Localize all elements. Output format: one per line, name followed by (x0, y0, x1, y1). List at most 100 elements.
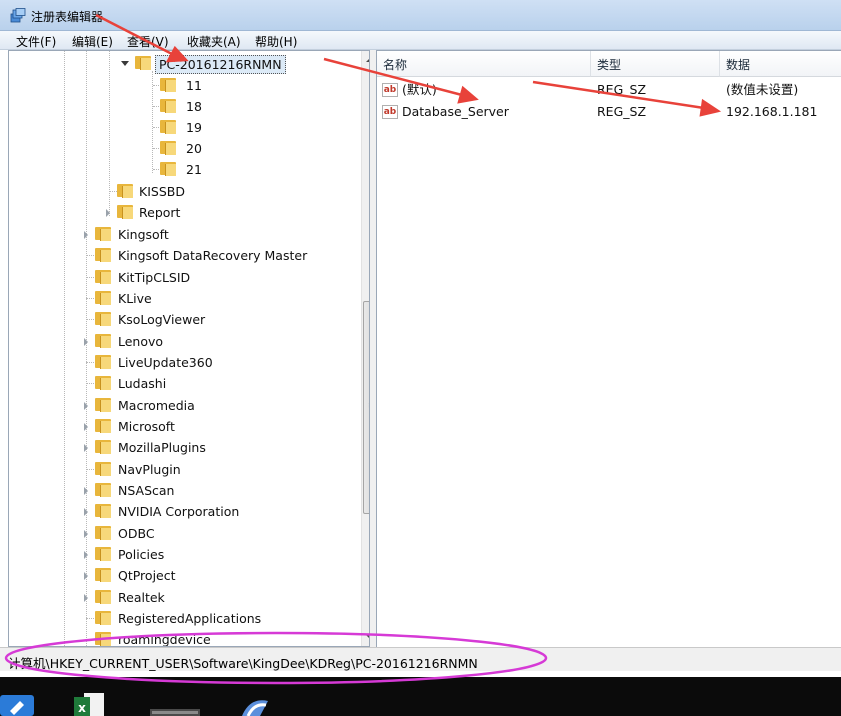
expand-arrow-icon[interactable] (84, 551, 88, 559)
monitor-icon[interactable] (150, 691, 200, 716)
column-header-name[interactable]: 名称 (377, 51, 591, 77)
column-header-data[interactable]: 数据 (720, 51, 841, 77)
tree-item[interactable]: Ludashi (81, 373, 361, 394)
folder-icon (95, 483, 111, 497)
tree-item[interactable]: NVIDIA Corporation (81, 501, 361, 522)
expand-arrow-icon[interactable] (84, 402, 88, 410)
expand-arrow-icon[interactable] (84, 487, 88, 495)
folder-icon (95, 227, 111, 241)
value-row[interactable]: ab (默认) REG_SZ (数值未设置) (377, 79, 841, 101)
tree-item[interactable]: 19 (144, 117, 344, 138)
folder-icon (95, 270, 111, 284)
tree-item[interactable]: 11 (144, 75, 344, 96)
tree-item[interactable]: Realtek (81, 587, 361, 608)
expand-arrow-icon[interactable] (84, 423, 88, 431)
tree-item[interactable]: Report (101, 202, 341, 223)
tree-item[interactable]: KitTipCLSID (81, 267, 361, 288)
tree-scrollbar[interactable]: ≡ (361, 51, 369, 646)
expand-arrow-icon[interactable] (84, 508, 88, 516)
tree-item-label: Microsoft (118, 419, 175, 434)
tree-item[interactable]: Microsoft (81, 416, 361, 437)
tree-item-label: 19 (186, 120, 202, 135)
tree-item[interactable]: 20 (144, 138, 344, 159)
tree-item[interactable]: ODBC (81, 523, 361, 544)
folder-icon (95, 590, 111, 604)
tree-item-label: 21 (186, 162, 202, 177)
tree-item-label: Realtek (118, 590, 165, 605)
tree-item-label: PC-20161216RNMN (155, 55, 286, 74)
menu-view[interactable]: 查看(V) (127, 33, 169, 50)
folder-icon (95, 419, 111, 433)
tree-item[interactable]: roamingdevice (81, 629, 361, 646)
expand-arrow-icon[interactable] (106, 209, 110, 217)
tree-item-label: Policies (118, 547, 165, 562)
tree-item-label: 20 (186, 141, 202, 156)
folder-icon (95, 376, 111, 390)
tree-item[interactable]: KsoLogViewer (81, 309, 361, 330)
tree-item[interactable]: 18 (144, 96, 344, 117)
folder-icon (95, 291, 111, 305)
window-title: 注册表编辑器 (31, 10, 104, 24)
tree-item-label: KISSBD (139, 184, 185, 199)
tree-guide (64, 51, 65, 646)
tree-item[interactable]: LiveUpdate360 (81, 352, 361, 373)
expand-arrow-icon[interactable] (84, 594, 88, 602)
folder-icon (117, 205, 133, 219)
tree-item[interactable]: Kingsoft (81, 224, 361, 245)
tree-item-label: Lenovo (118, 334, 164, 349)
tree-item[interactable]: Lenovo (81, 331, 361, 352)
column-header-type[interactable]: 类型 (591, 51, 720, 77)
registry-tree[interactable]: PC-20161216RNMN 11 18 19 20 21 KISSBD Re… (8, 50, 370, 647)
tree-item-label: 11 (186, 78, 202, 93)
folder-icon (135, 56, 151, 70)
tree-item-label: Ludashi (118, 376, 167, 391)
scrollbar-thumb[interactable]: ≡ (363, 301, 369, 514)
tree-item-label: KLive (118, 291, 152, 306)
folder-icon (95, 611, 111, 625)
value-name: (默认) (402, 82, 437, 97)
folder-icon (160, 78, 176, 92)
regedit-icon (10, 8, 26, 23)
excel-icon[interactable]: x (72, 691, 106, 716)
string-value-icon: ab (382, 83, 398, 97)
pen-app-icon[interactable] (0, 691, 34, 716)
menu-help[interactable]: 帮助(H) (255, 33, 297, 50)
menu-favorites[interactable]: 收藏夹(A) (187, 33, 241, 50)
tree-item-label: ODBC (118, 526, 155, 541)
expand-arrow-icon[interactable] (84, 231, 88, 239)
menu-edit[interactable]: 编辑(E) (72, 33, 113, 50)
collapse-arrow-icon[interactable] (121, 61, 129, 66)
tree-item[interactable]: QtProject (81, 565, 361, 586)
folder-icon (95, 398, 111, 412)
expand-arrow-icon[interactable] (84, 530, 88, 538)
value-type: REG_SZ (597, 104, 647, 119)
tree-item[interactable]: Policies (81, 544, 361, 565)
value-data: (数值未设置) (726, 82, 799, 97)
folder-icon (95, 355, 111, 369)
folder-icon (160, 162, 176, 176)
folder-icon (95, 334, 111, 348)
tree-item[interactable]: RegisteredApplications (81, 608, 361, 629)
tree-item-label: KitTipCLSID (118, 270, 191, 285)
browser-icon[interactable] (236, 691, 270, 716)
string-value-icon: ab (382, 105, 398, 119)
tree-item[interactable]: KLive (81, 288, 361, 309)
tree-item-label: Kingsoft DataRecovery Master (118, 248, 308, 263)
folder-icon (95, 504, 111, 518)
tree-item[interactable]: 21 (144, 159, 344, 180)
values-list[interactable]: 名称 类型 数据 ab (默认) REG_SZ (数值未设置) ab Datab… (376, 50, 841, 647)
tree-item-label: RegisteredApplications (118, 611, 262, 626)
tree-item-selected[interactable]: PC-20161216RNMN (119, 53, 359, 74)
folder-icon (95, 526, 111, 540)
expand-arrow-icon[interactable] (84, 572, 88, 580)
tree-item[interactable]: Kingsoft DataRecovery Master (81, 245, 361, 266)
tree-item[interactable]: KISSBD (101, 181, 341, 202)
tree-item[interactable]: NavPlugin (81, 459, 361, 480)
expand-arrow-icon[interactable] (84, 338, 88, 346)
value-row[interactable]: ab Database_Server REG_SZ 192.168.1.181 (377, 101, 841, 123)
tree-item[interactable]: Macromedia (81, 395, 361, 416)
menu-file[interactable]: 文件(F) (16, 33, 56, 50)
tree-item[interactable]: NSAScan (81, 480, 361, 501)
expand-arrow-icon[interactable] (84, 444, 88, 452)
tree-item[interactable]: MozillaPlugins (81, 437, 361, 458)
